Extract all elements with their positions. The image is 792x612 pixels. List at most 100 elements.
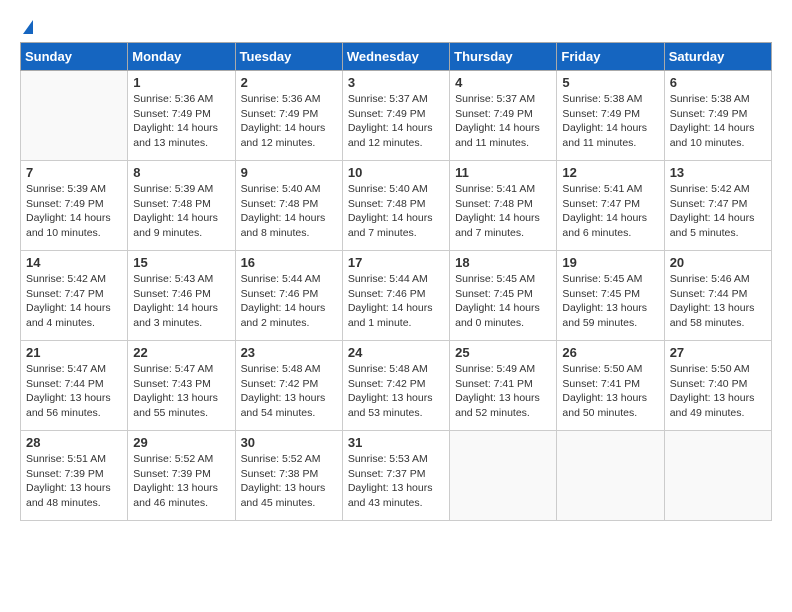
day-number: 30 [241,435,337,450]
day-number: 25 [455,345,551,360]
calendar-cell: 14 Sunrise: 5:42 AM Sunset: 7:47 PM Dayli… [21,251,128,341]
day-header-tuesday: Tuesday [235,43,342,71]
calendar-cell [21,71,128,161]
calendar-cell: 28Sunrise: 5:51 AM Sunset: 7:39 PM Dayli… [21,431,128,521]
logo [20,20,33,32]
week-row-5: 28Sunrise: 5:51 AM Sunset: 7:39 PM Dayli… [21,431,772,521]
day-number: 2 [241,75,337,90]
calendar-cell: 22 Sunrise: 5:47 AM Sunset: 7:43 PM Dayli… [128,341,235,431]
calendar-cell: 27 Sunrise: 5:50 AM Sunset: 7:40 PM Dayli… [664,341,771,431]
calendar-cell: 25 Sunrise: 5:49 AM Sunset: 7:41 PM Dayli… [450,341,557,431]
calendar-cell: 4Sunrise: 5:37 AM Sunset: 7:49 PM Daylig… [450,71,557,161]
day-header-friday: Friday [557,43,664,71]
week-row-2: 7 Sunrise: 5:39 AM Sunset: 7:49 PM Daylig… [21,161,772,251]
day-info: Sunrise: 5:48 AM Sunset: 7:42 PM Dayligh… [348,362,444,421]
day-info: Sunrise: 5:36 AM Sunset: 7:49 PM Dayligh… [133,92,229,151]
day-number: 23 [241,345,337,360]
day-number: 5 [562,75,658,90]
day-info: Sunrise: 5:51 AM Sunset: 7:39 PM Dayligh… [26,452,122,511]
day-number: 8 [133,165,229,180]
day-number: 14 [26,255,122,270]
calendar-cell: 24 Sunrise: 5:48 AM Sunset: 7:42 PM Dayli… [342,341,449,431]
day-number: 4 [455,75,551,90]
day-header-saturday: Saturday [664,43,771,71]
day-header-sunday: Sunday [21,43,128,71]
day-info: Sunrise: 5:44 AM Sunset: 7:46 PM Dayligh… [348,272,444,331]
calendar-cell: 10 Sunrise: 5:40 AM Sunset: 7:48 PM Dayli… [342,161,449,251]
day-info: Sunrise: 5:46 AM Sunset: 7:44 PM Dayligh… [670,272,766,331]
day-info: Sunrise: 5:42 AM Sunset: 7:47 PM Dayligh… [26,272,122,331]
day-number: 24 [348,345,444,360]
day-info: Sunrise: 5:41 AM Sunset: 7:47 PM Dayligh… [562,182,658,241]
calendar-cell [450,431,557,521]
calendar-cell: 5 Sunrise: 5:38 AM Sunset: 7:49 PM Daylig… [557,71,664,161]
day-number: 3 [348,75,444,90]
day-number: 11 [455,165,551,180]
day-info: Sunrise: 5:47 AM Sunset: 7:44 PM Dayligh… [26,362,122,421]
day-info: Sunrise: 5:41 AM Sunset: 7:48 PM Dayligh… [455,182,551,241]
day-info: Sunrise: 5:49 AM Sunset: 7:41 PM Dayligh… [455,362,551,421]
day-number: 27 [670,345,766,360]
calendar-cell: 7 Sunrise: 5:39 AM Sunset: 7:49 PM Daylig… [21,161,128,251]
calendar-cell: 20 Sunrise: 5:46 AM Sunset: 7:44 PM Dayli… [664,251,771,341]
calendar-cell: 18 Sunrise: 5:45 AM Sunset: 7:45 PM Dayli… [450,251,557,341]
calendar-cell: 30 Sunrise: 5:52 AM Sunset: 7:38 PM Dayli… [235,431,342,521]
calendar-cell: 9Sunrise: 5:40 AM Sunset: 7:48 PM Daylig… [235,161,342,251]
day-info: Sunrise: 5:40 AM Sunset: 7:48 PM Dayligh… [241,182,337,241]
week-row-1: 1 Sunrise: 5:36 AM Sunset: 7:49 PM Daylig… [21,71,772,161]
day-info: Sunrise: 5:50 AM Sunset: 7:40 PM Dayligh… [670,362,766,421]
day-number: 10 [348,165,444,180]
day-number: 26 [562,345,658,360]
calendar-table: SundayMondayTuesdayWednesdayThursdayFrid… [20,42,772,521]
calendar-cell: 29 Sunrise: 5:52 AM Sunset: 7:39 PM Dayli… [128,431,235,521]
day-number: 31 [348,435,444,450]
day-number: 6 [670,75,766,90]
day-info: Sunrise: 5:48 AM Sunset: 7:42 PM Dayligh… [241,362,337,421]
day-info: Sunrise: 5:53 AM Sunset: 7:37 PM Dayligh… [348,452,444,511]
day-info: Sunrise: 5:50 AM Sunset: 7:41 PM Dayligh… [562,362,658,421]
day-header-wednesday: Wednesday [342,43,449,71]
day-info: Sunrise: 5:44 AM Sunset: 7:46 PM Dayligh… [241,272,337,331]
day-info: Sunrise: 5:43 AM Sunset: 7:46 PM Dayligh… [133,272,229,331]
day-info: Sunrise: 5:36 AM Sunset: 7:49 PM Dayligh… [241,92,337,151]
calendar-cell: 11 Sunrise: 5:41 AM Sunset: 7:48 PM Dayli… [450,161,557,251]
day-number: 7 [26,165,122,180]
day-info: Sunrise: 5:39 AM Sunset: 7:49 PM Dayligh… [26,182,122,241]
calendar-cell: 23 Sunrise: 5:48 AM Sunset: 7:42 PM Dayli… [235,341,342,431]
calendar-cell: 13Sunrise: 5:42 AM Sunset: 7:47 PM Dayli… [664,161,771,251]
calendar-cell: 2 Sunrise: 5:36 AM Sunset: 7:49 PM Daylig… [235,71,342,161]
day-number: 19 [562,255,658,270]
calendar-cell [664,431,771,521]
day-info: Sunrise: 5:38 AM Sunset: 7:49 PM Dayligh… [670,92,766,151]
calendar-cell: 17 Sunrise: 5:44 AM Sunset: 7:46 PM Dayli… [342,251,449,341]
calendar-cell: 31 Sunrise: 5:53 AM Sunset: 7:37 PM Dayli… [342,431,449,521]
calendar-cell: 21 Sunrise: 5:47 AM Sunset: 7:44 PM Dayli… [21,341,128,431]
day-info: Sunrise: 5:39 AM Sunset: 7:48 PM Dayligh… [133,182,229,241]
logo-icon [23,20,33,34]
day-number: 17 [348,255,444,270]
day-info: Sunrise: 5:45 AM Sunset: 7:45 PM Dayligh… [455,272,551,331]
calendar-cell: 8 Sunrise: 5:39 AM Sunset: 7:48 PM Daylig… [128,161,235,251]
day-number: 20 [670,255,766,270]
day-info: Sunrise: 5:52 AM Sunset: 7:38 PM Dayligh… [241,452,337,511]
calendar-cell: 15 Sunrise: 5:43 AM Sunset: 7:46 PM Dayli… [128,251,235,341]
day-number: 12 [562,165,658,180]
calendar-cell: 12 Sunrise: 5:41 AM Sunset: 7:47 PM Dayli… [557,161,664,251]
calendar-cell: 26 Sunrise: 5:50 AM Sunset: 7:41 PM Dayli… [557,341,664,431]
day-number: 18 [455,255,551,270]
day-number: 22 [133,345,229,360]
day-info: Sunrise: 5:47 AM Sunset: 7:43 PM Dayligh… [133,362,229,421]
day-info: Sunrise: 5:38 AM Sunset: 7:49 PM Dayligh… [562,92,658,151]
day-header-monday: Monday [128,43,235,71]
day-info: Sunrise: 5:40 AM Sunset: 7:48 PM Dayligh… [348,182,444,241]
day-number: 29 [133,435,229,450]
day-header-thursday: Thursday [450,43,557,71]
day-number: 15 [133,255,229,270]
day-number: 21 [26,345,122,360]
day-number: 1 [133,75,229,90]
day-number: 16 [241,255,337,270]
week-row-3: 14 Sunrise: 5:42 AM Sunset: 7:47 PM Dayli… [21,251,772,341]
day-info: Sunrise: 5:45 AM Sunset: 7:45 PM Dayligh… [562,272,658,331]
calendar-cell: 1 Sunrise: 5:36 AM Sunset: 7:49 PM Daylig… [128,71,235,161]
day-info: Sunrise: 5:52 AM Sunset: 7:39 PM Dayligh… [133,452,229,511]
